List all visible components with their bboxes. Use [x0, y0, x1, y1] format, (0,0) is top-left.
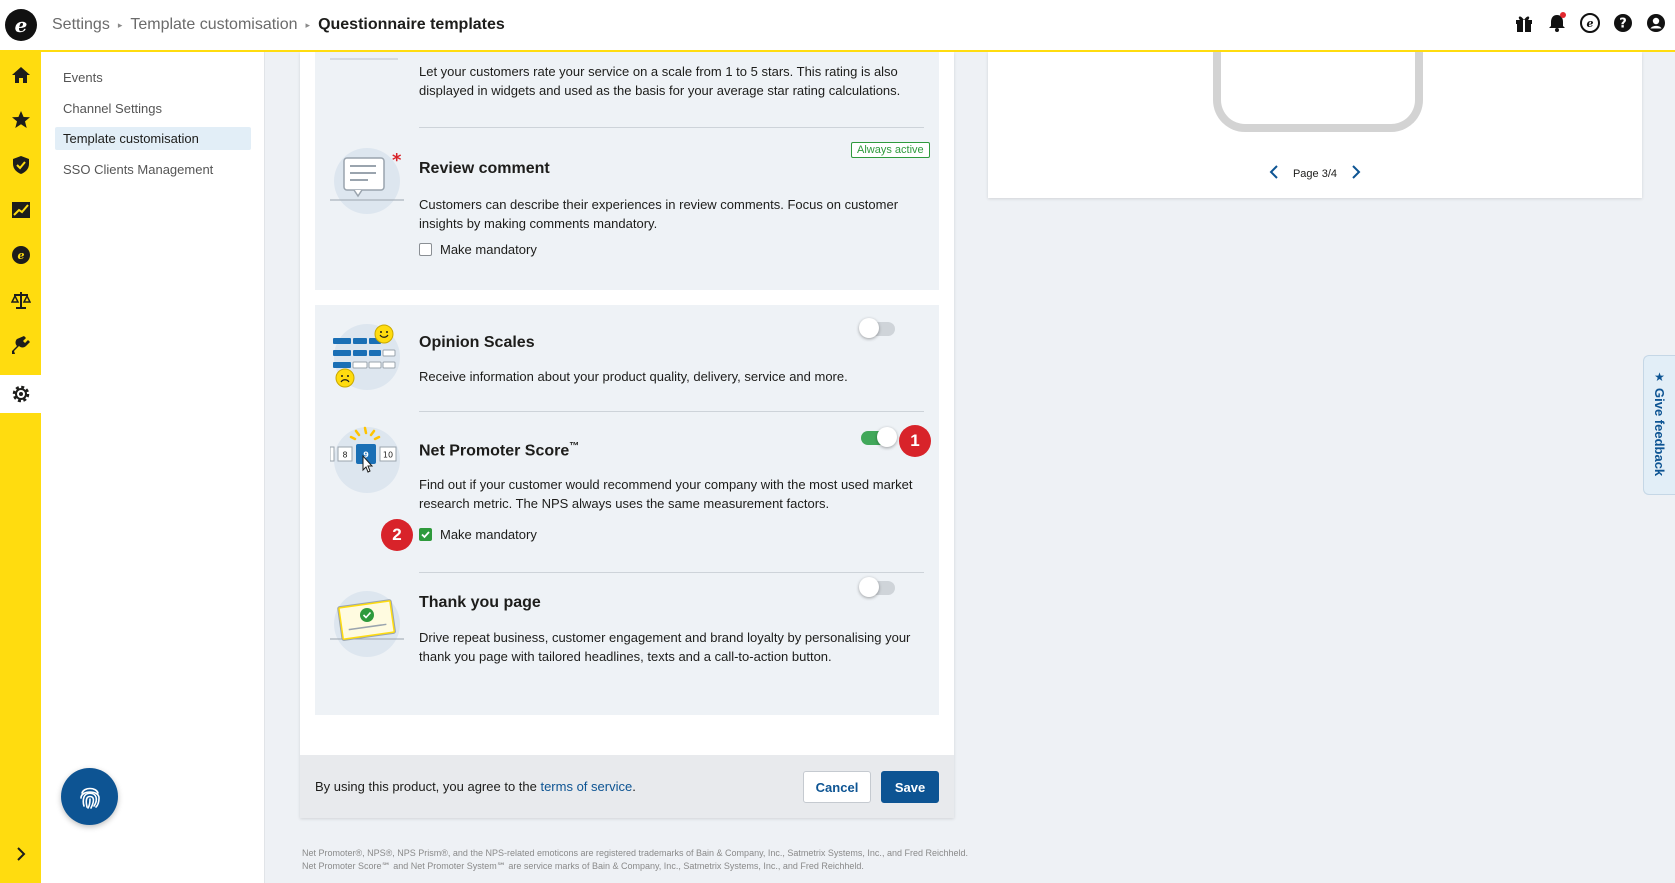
fingerprint-icon — [79, 787, 100, 809]
star-icon: ★ — [1654, 370, 1665, 384]
form-footer: By using this product, you agree to the … — [300, 755, 954, 818]
review-comment-mandatory-row[interactable]: Make mandatory — [419, 242, 537, 257]
review-comment-title: Review comment — [419, 160, 550, 177]
top-bar: e Settings ▸ Template customisation ▸ Qu… — [0, 0, 1675, 52]
svg-text:e: e — [17, 249, 24, 262]
etrusted-icon[interactable]: e — [1579, 12, 1601, 34]
terms-prefix: By using this product, you agree to the — [315, 779, 541, 794]
give-feedback-tab[interactable]: ★ Give feedback — [1643, 355, 1675, 495]
svg-text:*: * — [392, 150, 402, 171]
user-account-icon[interactable] — [1645, 12, 1667, 34]
trademark-legal-notice: Net Promoter®, NPS®, NPS Prism®, and the… — [302, 848, 968, 871]
opinion-scales-description: Receive information about your product q… — [419, 369, 848, 384]
svg-text:e: e — [1587, 17, 1594, 30]
page-title: Questionnaire templates — [318, 16, 505, 33]
svg-text:?: ? — [1619, 17, 1627, 32]
trademark-mark: ™ — [569, 441, 580, 452]
help-icon[interactable]: ? — [1612, 12, 1634, 34]
step-marker-1: 1 — [899, 425, 931, 457]
sidebar-item-template-customisation[interactable]: Template customisation — [55, 127, 251, 150]
cancel-button[interactable]: Cancel — [803, 771, 871, 803]
expand-nav-chevron-icon[interactable] — [0, 839, 41, 869]
nps-description: Find out if your customer would recommen… — [419, 477, 913, 511]
nps-illus-number-10: 10 — [383, 451, 393, 460]
review-comment-mandatory-checkbox[interactable] — [419, 243, 432, 256]
plug-icon[interactable] — [0, 326, 41, 364]
toggle-knob — [877, 427, 897, 447]
breadcrumb-separator-icon: ▸ — [305, 19, 311, 30]
fingerprint-button[interactable] — [61, 768, 118, 825]
star-rating-description: Let your customers rate your service on … — [419, 64, 901, 98]
thank-you-page-illustration — [330, 587, 404, 661]
step-marker-2: 2 — [381, 519, 413, 551]
star-icon[interactable] — [0, 101, 41, 139]
thank-you-page-description: Drive repeat business, customer engageme… — [419, 630, 911, 664]
settings-gear-icon[interactable] — [0, 375, 41, 413]
mandatory-features-panel: Let your customers rate your service on … — [315, 52, 939, 290]
optional-features-panel: Opinion Scales Receive information about… — [315, 305, 939, 715]
shield-check-icon[interactable] — [0, 146, 41, 184]
terms-notice: By using this product, you agree to the … — [315, 779, 636, 794]
nps-mandatory-row[interactable]: Make mandatory — [419, 527, 537, 542]
breadcrumb-separator-icon: ▸ — [117, 19, 123, 30]
top-icon-group: e ? — [1513, 12, 1667, 34]
terms-suffix: . — [632, 779, 636, 794]
next-page-chevron-icon[interactable] — [1351, 165, 1361, 182]
divider — [419, 411, 924, 412]
nps-title-text: Net Promoter Score — [419, 442, 570, 460]
review-comment-description: Customers can describe their experiences… — [419, 197, 899, 231]
give-feedback-label: Give feedback — [1652, 388, 1667, 477]
sidebar-item-channel-settings[interactable]: Channel Settings — [55, 97, 251, 120]
settings-sidebar: Events Channel Settings Template customi… — [41, 52, 265, 883]
page-indicator: Page 3/4 — [1292, 167, 1338, 180]
nps-illustration: 8 9 10 — [329, 423, 404, 497]
opinion-scales-title: Opinion Scales — [419, 334, 535, 351]
always-active-badge: Always active — [851, 142, 930, 158]
nps-mandatory-checkbox[interactable] — [419, 528, 432, 541]
divider — [419, 127, 924, 128]
home-icon[interactable] — [0, 56, 41, 94]
terms-of-service-link[interactable]: terms of service — [540, 779, 632, 794]
sidebar-item-events[interactable]: Events — [55, 66, 251, 89]
previous-page-chevron-icon[interactable] — [1269, 165, 1279, 182]
nps-illus-number-8: 8 — [342, 451, 347, 460]
opinion-scales-toggle[interactable] — [859, 318, 895, 338]
star-rating-illustration-edge — [330, 58, 398, 60]
gift-icon[interactable] — [1513, 12, 1535, 34]
nps-toggle[interactable] — [861, 427, 897, 447]
thank-you-page-toggle[interactable] — [859, 577, 895, 597]
divider — [419, 572, 924, 573]
notification-dot — [1560, 12, 1566, 18]
bell-icon[interactable] — [1546, 12, 1568, 34]
toggle-knob — [859, 577, 879, 597]
preview-pager: Page 3/4 — [988, 165, 1642, 182]
checkmark-icon — [421, 531, 430, 539]
review-comment-illustration: * — [330, 144, 404, 218]
nps-mandatory-label: Make mandatory — [440, 527, 537, 542]
breadcrumb-settings[interactable]: Settings — [52, 16, 110, 34]
trusted-shops-logo[interactable]: e — [5, 9, 37, 41]
breadcrumb: Settings ▸ Template customisation ▸ Ques… — [52, 16, 505, 34]
main-nav-rail: e — [0, 52, 41, 883]
opinion-scales-illustration — [330, 320, 404, 394]
etrusted-circle-icon[interactable]: e — [0, 236, 41, 274]
thank-you-page-title: Thank you page — [419, 594, 541, 611]
nps-title: Net Promoter Score™ — [419, 441, 579, 460]
save-button[interactable]: Save — [881, 771, 939, 803]
legal-scale-icon[interactable] — [0, 281, 41, 319]
questionnaire-settings-card: Let your customers rate your service on … — [300, 52, 954, 818]
review-comment-mandatory-label: Make mandatory — [440, 242, 537, 257]
sidebar-item-sso-clients-management[interactable]: SSO Clients Management — [55, 158, 251, 181]
breadcrumb-template-customisation[interactable]: Template customisation — [130, 16, 297, 34]
analytics-icon[interactable] — [0, 191, 41, 229]
toggle-knob — [859, 318, 879, 338]
template-preview-card: Page 3/4 — [988, 32, 1642, 198]
